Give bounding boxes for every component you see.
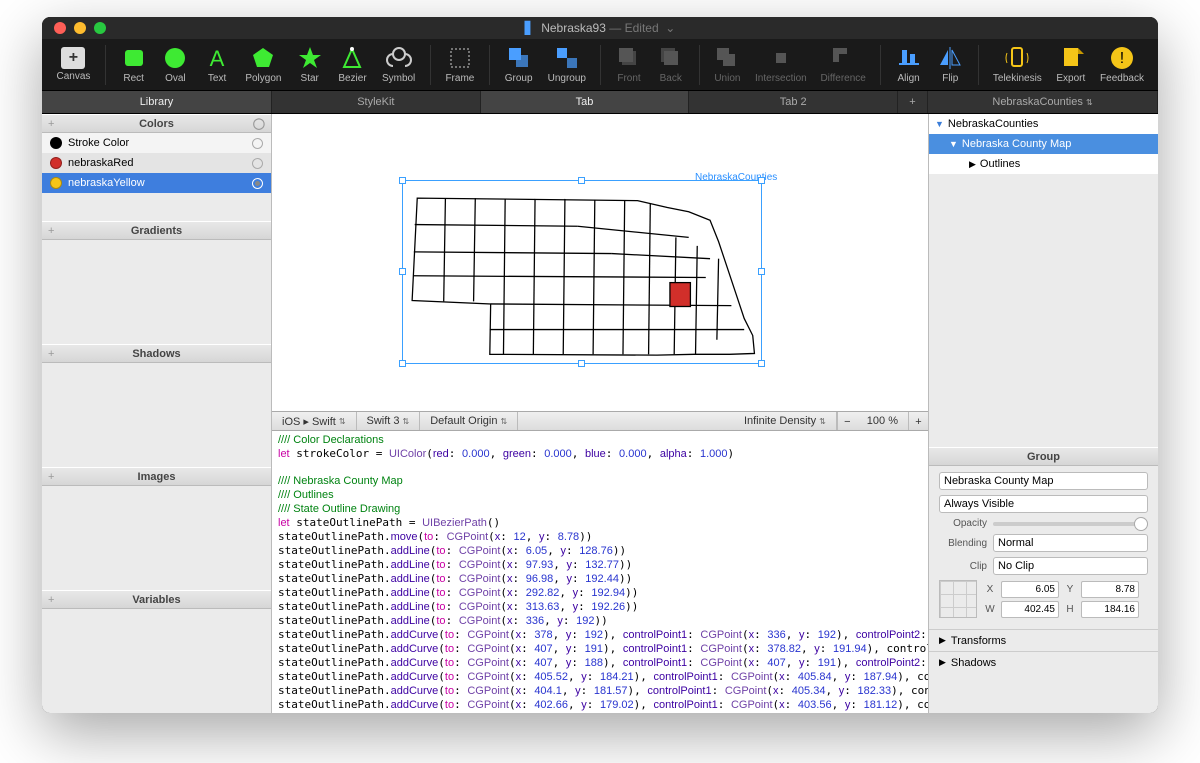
gradients-section-header[interactable]: +Gradients: [42, 221, 271, 240]
origin-selector[interactable]: Default Origin⇅: [420, 412, 518, 430]
difference-tool[interactable]: Difference: [814, 43, 871, 86]
document-icon: ▋: [525, 21, 534, 35]
close-button[interactable]: [54, 22, 66, 34]
blending-select[interactable]: Normal: [993, 534, 1148, 552]
text-tool[interactable]: AText: [197, 43, 237, 86]
color-nebraska-red[interactable]: nebraskaRed: [42, 153, 271, 173]
canvas-tab-2[interactable]: Tab 2: [689, 91, 898, 113]
clip-select[interactable]: No Clip: [993, 557, 1148, 575]
minimize-button[interactable]: [74, 22, 86, 34]
rect-tool[interactable]: Rect: [114, 43, 154, 86]
svg-text:!: !: [1120, 50, 1124, 67]
link-indicator-icon: [252, 138, 263, 149]
titlebar: ▋ Nebraska93 — Edited ⌄: [42, 17, 1158, 39]
zoom-in-button[interactable]: +: [908, 412, 928, 430]
flip-tool[interactable]: Flip: [930, 43, 970, 86]
link-indicator-icon: [252, 178, 263, 189]
star-tool[interactable]: Star: [290, 43, 330, 86]
resize-handle[interactable]: [578, 360, 585, 367]
resize-handle[interactable]: [399, 268, 406, 275]
transforms-section[interactable]: ▶Transforms: [929, 629, 1158, 651]
outline-selected[interactable]: ▼Nebraska County Map: [929, 134, 1158, 154]
inspector-panel: ▼NebraskaCounties ▼Nebraska County Map ▶…: [928, 114, 1158, 713]
resize-handle[interactable]: [758, 268, 765, 275]
swatch-icon: [50, 157, 62, 169]
group-section-header: Group: [929, 447, 1158, 466]
resize-handle[interactable]: [758, 177, 765, 184]
add-tab-button[interactable]: +: [898, 91, 928, 113]
w-input[interactable]: [1001, 601, 1059, 618]
intersection-tool[interactable]: Intersection: [749, 43, 812, 86]
align-tool[interactable]: Align: [889, 43, 929, 86]
app-window: ▋ Nebraska93 — Edited ⌄ +Canvas Rect Ova…: [42, 17, 1158, 713]
canvas[interactable]: NebraskaCounties: [272, 114, 928, 411]
h-input[interactable]: [1081, 601, 1139, 618]
window-title: ▋ Nebraska93 — Edited ⌄: [42, 21, 1158, 35]
clip-label: Clip: [939, 561, 987, 572]
resize-handle[interactable]: [399, 360, 406, 367]
zoom-out-button[interactable]: −: [837, 412, 857, 430]
document-tabs: Library StyleKit Tab Tab 2 + NebraskaCou…: [42, 91, 1158, 114]
gear-icon[interactable]: ◯: [253, 117, 265, 130]
resize-handle[interactable]: [578, 177, 585, 184]
blending-label: Blending: [939, 538, 987, 549]
opacity-slider[interactable]: [993, 522, 1148, 526]
union-tool[interactable]: Union: [707, 43, 747, 86]
resize-handle[interactable]: [399, 177, 406, 184]
name-input[interactable]: [939, 472, 1148, 490]
colors-section-header[interactable]: +Colors◯: [42, 114, 271, 133]
code-toolbar: iOS ▸ Swift⇅ Swift 3⇅ Default Origin⇅ In…: [272, 411, 928, 431]
platform-selector[interactable]: iOS ▸ Swift⇅: [272, 412, 357, 430]
oval-tool[interactable]: Oval: [156, 43, 196, 86]
front-tool[interactable]: Front: [609, 43, 649, 86]
density-selector[interactable]: Infinite Density⇅: [734, 412, 837, 430]
group-tool[interactable]: Group: [498, 43, 539, 86]
swatch-icon: [50, 177, 62, 189]
visibility-select[interactable]: Always Visible: [939, 495, 1148, 513]
nebraska-map: [407, 184, 757, 359]
swift-version-selector[interactable]: Swift 3⇅: [357, 412, 421, 430]
shadows-section-header[interactable]: +Shadows: [42, 344, 271, 363]
highlighted-county: [670, 283, 690, 307]
y-input[interactable]: [1081, 581, 1139, 598]
ungroup-tool[interactable]: Ungroup: [541, 43, 592, 86]
document-status: — Edited: [609, 21, 658, 35]
opacity-label: Opacity: [939, 518, 987, 529]
code-view[interactable]: //// Color Declarations let strokeColor …: [272, 431, 928, 713]
variables-section-header[interactable]: +Variables: [42, 590, 271, 609]
symbol-tool[interactable]: Symbol: [375, 43, 421, 86]
outline-child[interactable]: ▶Outlines: [929, 154, 1158, 174]
stylekit-tab[interactable]: StyleKit: [272, 91, 481, 113]
library-panel: +Colors◯ Stroke Color nebraskaRed nebras…: [42, 114, 272, 713]
x-input[interactable]: [1001, 581, 1059, 598]
color-nebraska-yellow[interactable]: nebraskaYellow: [42, 173, 271, 193]
origin-picker[interactable]: [939, 580, 977, 618]
export-tool[interactable]: Export: [1050, 43, 1092, 86]
outline-root[interactable]: ▼NebraskaCounties: [929, 114, 1158, 134]
main-toolbar: +Canvas Rect Oval AText Polygon Star Bez…: [42, 39, 1158, 91]
telekinesis-tool[interactable]: Telekinesis: [987, 43, 1048, 86]
zoom-button[interactable]: [94, 22, 106, 34]
bezier-tool[interactable]: Bezier: [332, 43, 374, 86]
canvas-tab-1[interactable]: Tab: [481, 91, 690, 113]
polygon-tool[interactable]: Polygon: [239, 43, 288, 86]
add-color-icon[interactable]: +: [48, 118, 54, 130]
svg-text:A: A: [210, 46, 225, 71]
resize-handle[interactable]: [758, 360, 765, 367]
link-indicator-icon: [252, 158, 263, 169]
inspector-title[interactable]: NebraskaCounties ⇅: [928, 91, 1158, 113]
back-tool[interactable]: Back: [651, 43, 691, 86]
document-name: Nebraska93: [541, 21, 606, 35]
feedback-tool[interactable]: !Feedback: [1094, 43, 1150, 86]
traffic-lights: [54, 22, 106, 34]
library-tab[interactable]: Library: [42, 91, 272, 113]
canvas-tool[interactable]: +Canvas: [50, 45, 97, 84]
zoom-value: 100 %: [867, 415, 898, 427]
shadows-section[interactable]: ▶Shadows: [929, 651, 1158, 673]
swatch-icon: [50, 137, 62, 149]
frame-tool[interactable]: Frame: [439, 43, 481, 86]
color-stroke-color[interactable]: Stroke Color: [42, 133, 271, 153]
title-dropdown-icon[interactable]: ⌄: [662, 21, 675, 35]
images-section-header[interactable]: +Images: [42, 467, 271, 486]
